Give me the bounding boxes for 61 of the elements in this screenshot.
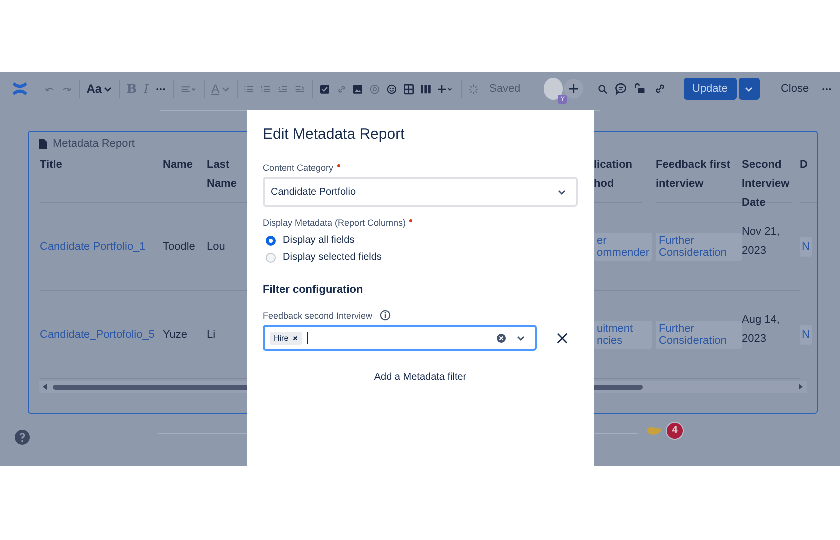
text-style-button[interactable]: Aa (86, 82, 112, 96)
tag: Further Consideration (656, 232, 742, 260)
caret-icon (222, 86, 230, 92)
saved-status: Saved (489, 83, 521, 95)
column-header: Title (40, 150, 163, 203)
close-button[interactable]: Close (774, 83, 816, 95)
table-cell-text: Nov 21, 2023 (742, 224, 781, 258)
table-cell: Yuze (163, 328, 188, 340)
emoji-icon[interactable] (387, 84, 397, 94)
table-cell: Toodle (163, 240, 196, 252)
dialog-title: Edit Metadata Report (263, 126, 406, 143)
notification-badge[interactable]: 4 (666, 422, 684, 440)
table-cell-text: Aug 14, 2023 (742, 312, 781, 346)
link-icon[interactable] (654, 82, 666, 96)
table-icon[interactable] (404, 84, 414, 94)
comment-icon[interactable] (614, 82, 628, 96)
tag: Further Consideration (656, 320, 742, 348)
search-icon[interactable] (598, 84, 608, 94)
column-header: D (800, 150, 817, 203)
radio-button[interactable] (266, 252, 276, 262)
table-cell: Li (207, 328, 216, 340)
field-label: Display Metadata (Report Columns) (263, 218, 406, 228)
chevron-icon[interactable] (517, 336, 525, 340)
chevron-icon (558, 190, 566, 194)
radio-option[interactable]: Display all fields (266, 232, 578, 249)
checkbox-icon[interactable] (320, 84, 330, 94)
document-icon (39, 139, 47, 149)
value-chip: Hire (270, 332, 302, 344)
clear-icon[interactable] (497, 334, 506, 342)
update-button[interactable]: Update (684, 78, 737, 100)
radio-button[interactable] (266, 236, 276, 246)
field-label: Content Category (263, 163, 334, 173)
radio-option[interactable]: Display selected fields (266, 249, 578, 266)
scroll-right-icon[interactable] (799, 384, 803, 390)
add-filter-button[interactable]: Add a Metadata filter (368, 371, 473, 384)
column-header: Feedback first interview (656, 150, 742, 203)
category-select[interactable]: Candidate Portfolio (263, 177, 578, 207)
image-icon[interactable] (353, 84, 364, 94)
field-label: Feedback second Interview (263, 310, 373, 320)
tag: N (800, 237, 812, 257)
add-collaborator-icon[interactable] (564, 78, 584, 100)
report-title: Metadata Report (53, 138, 135, 150)
columns-icon[interactable] (420, 84, 431, 94)
section-heading: Filter configuration (263, 284, 364, 296)
table-cell: Lou (207, 240, 226, 252)
caret-icon (104, 86, 112, 92)
insert-icon[interactable] (438, 84, 454, 94)
loading-icon (468, 84, 478, 94)
column-header: Name (163, 150, 207, 203)
scroll-left-icon[interactable] (43, 384, 47, 390)
caret-icon (745, 86, 754, 92)
unlock-icon[interactable] (634, 82, 647, 96)
filter-select[interactable]: Hire (263, 325, 537, 351)
tag: uitment ncies (594, 320, 652, 348)
tag: N (800, 325, 812, 345)
remove-icon[interactable] (292, 336, 298, 340)
info-icon[interactable] (380, 310, 391, 321)
update-options-button[interactable] (738, 78, 760, 100)
close-icon[interactable] (557, 332, 568, 344)
tag: er ommender (594, 232, 652, 260)
help-icon[interactable] (15, 430, 30, 444)
